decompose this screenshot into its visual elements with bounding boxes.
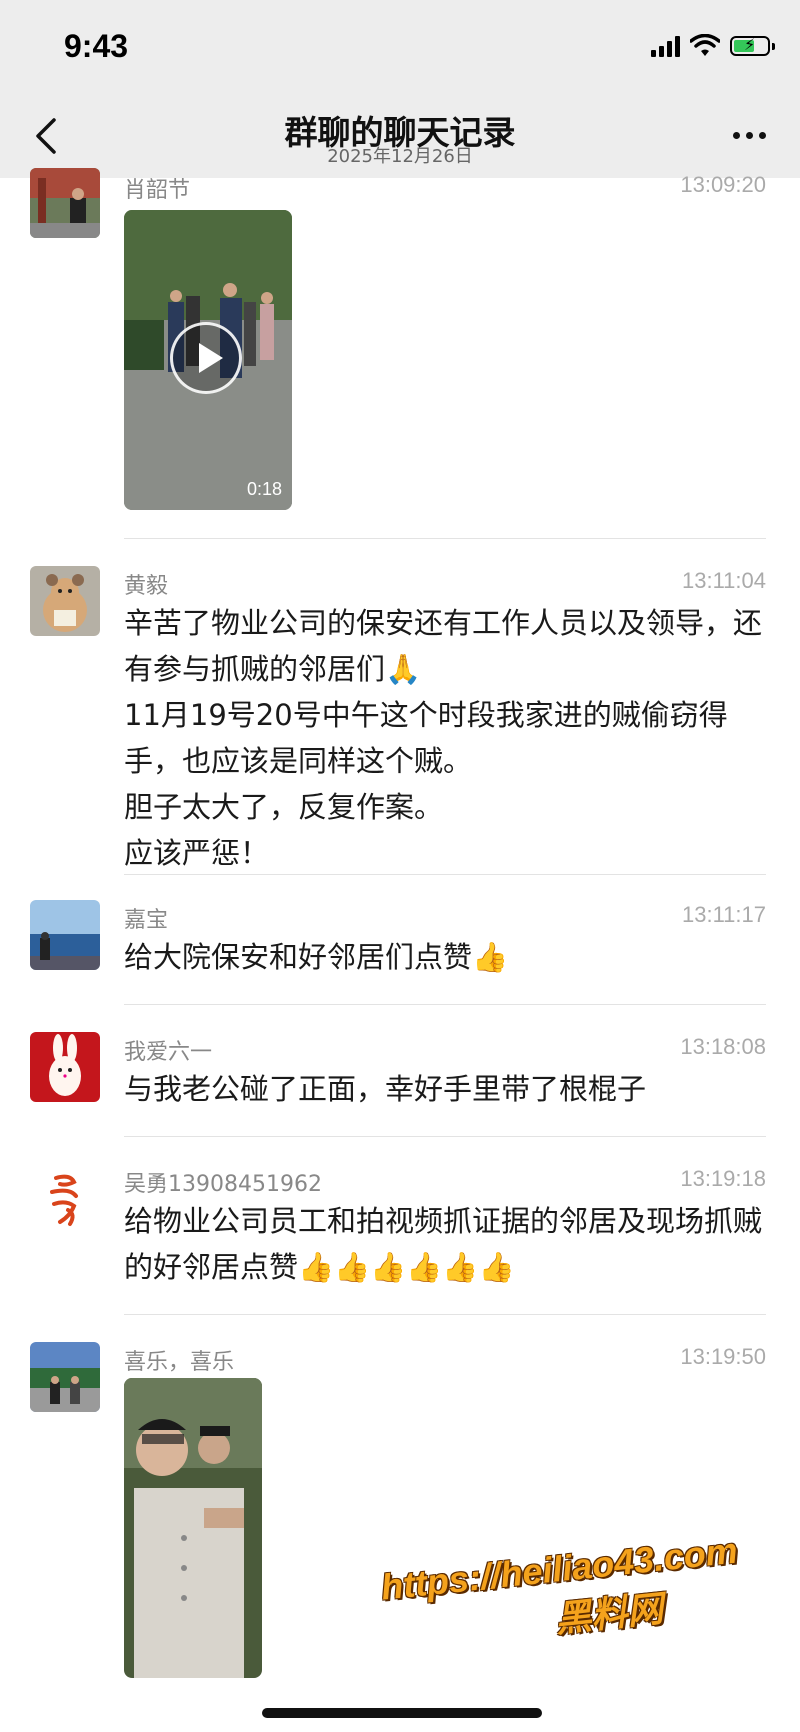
home-indicator[interactable]: [262, 1708, 542, 1718]
play-icon[interactable]: [170, 322, 242, 394]
divider: [124, 538, 766, 539]
message-text: 给大院保安和好邻居们点赞👍: [124, 940, 509, 974]
watermark: https://heiliao43.com 黑料网: [368, 1528, 756, 1661]
status-icons: ⚡: [651, 34, 775, 58]
message-time: 13:11:17: [681, 902, 766, 927]
sender-name: 喜乐，喜乐: [124, 1350, 235, 1375]
status-bar: 9:43 ⚡: [0, 0, 800, 96]
message-time: 13:19:50: [680, 1344, 766, 1369]
sender-name: 黄毅: [124, 574, 169, 599]
message-text: 与我老公碰了正面，幸好手里带了根棍子: [124, 1072, 647, 1106]
divider: [124, 874, 766, 875]
page-subtitle: 2025年12月26日: [327, 146, 473, 167]
nav-bar: 群聊的聊天记录 2025年12月26日: [0, 96, 800, 178]
signal-icon: [651, 35, 680, 57]
sender-name: 吴勇13908451962: [124, 1172, 322, 1197]
message-time: 13:18:08: [680, 1034, 766, 1059]
image-message[interactable]: [124, 1378, 262, 1678]
message-text: 辛苦了物业公司的保安还有工作人员以及领导，还有参与抓贼的邻居们🙏 11月19号2…: [124, 606, 763, 870]
message-text: 给物业公司员工和拍视频抓证据的邻居及现场抓贼的好邻居点赞👍👍👍👍👍👍: [124, 1204, 763, 1284]
avatar[interactable]: [30, 1032, 100, 1102]
video-duration: 0:18: [246, 479, 282, 499]
sender-name: 肖韶节: [124, 178, 191, 203]
avatar[interactable]: [30, 566, 100, 636]
status-time: 9:43: [64, 28, 129, 64]
message-time: 13:19:18: [680, 1166, 766, 1191]
sender-name: 我爱六一: [124, 1040, 213, 1065]
wifi-icon: [690, 34, 720, 56]
divider: [124, 1136, 766, 1137]
avatar[interactable]: [30, 1164, 100, 1234]
avatar[interactable]: [30, 1342, 100, 1412]
more-options-icon[interactable]: [733, 132, 766, 139]
divider: [124, 1314, 766, 1315]
avatar[interactable]: [30, 900, 100, 970]
sender-name: 嘉宝: [124, 908, 169, 933]
divider: [124, 1004, 766, 1005]
message-time: 13:09:20: [680, 172, 766, 197]
video-message[interactable]: 0:18: [124, 210, 292, 510]
avatar[interactable]: [30, 168, 100, 238]
message-time: 13:11:04: [681, 568, 766, 593]
battery-icon: ⚡: [730, 35, 775, 56]
